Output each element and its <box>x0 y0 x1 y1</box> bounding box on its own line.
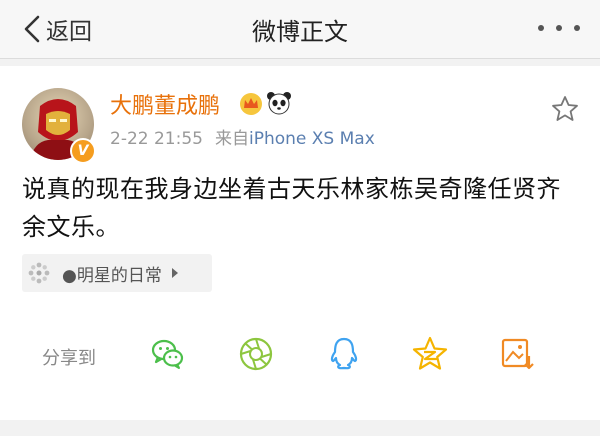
post-time: 2-22 21:55 <box>110 129 203 149</box>
save-image-icon[interactable] <box>500 336 536 372</box>
chevron-left-icon <box>24 15 40 43</box>
chevron-right-icon <box>171 268 178 278</box>
topic-label: ●明星的日常 <box>62 265 162 286</box>
moments-icon[interactable] <box>238 336 274 372</box>
favorite-star-icon[interactable] <box>550 94 580 124</box>
post-content: 说真的现在我身边坐着古天乐林家栋吴奇隆任贤齐余文乐。 <box>22 175 561 241</box>
back-label: 返回 <box>46 19 92 45</box>
username[interactable]: 大鹏董成鹏 <box>110 88 220 120</box>
back-button[interactable]: 返回 <box>22 12 92 46</box>
post-meta: 2-22 21:55 来自iPhone XS Max <box>110 124 375 149</box>
source-prefix: 来自 <box>214 129 249 149</box>
post-source[interactable]: iPhone XS Max <box>249 129 375 149</box>
wechat-icon[interactable] <box>150 336 186 372</box>
panda-icon <box>267 92 291 115</box>
dot-icon <box>574 25 580 31</box>
post-card: V 大鹏董成鹏 2-22 21:55 来自iPhone XS Max 说真的现在我… <box>0 66 600 420</box>
topic-icon <box>28 262 50 284</box>
crown-icon <box>240 93 262 115</box>
qzone-icon[interactable] <box>412 336 448 372</box>
topic-tag[interactable]: ●明星的日常 <box>22 254 212 292</box>
dot-icon <box>556 25 562 31</box>
dot-icon <box>538 25 544 31</box>
more-options-button[interactable] <box>538 18 580 38</box>
qq-icon[interactable] <box>326 336 362 372</box>
share-label: 分享到 <box>42 348 96 369</box>
top-navigation-bar: 返回 微博正文 <box>0 0 600 59</box>
verified-badge: V <box>70 138 96 164</box>
